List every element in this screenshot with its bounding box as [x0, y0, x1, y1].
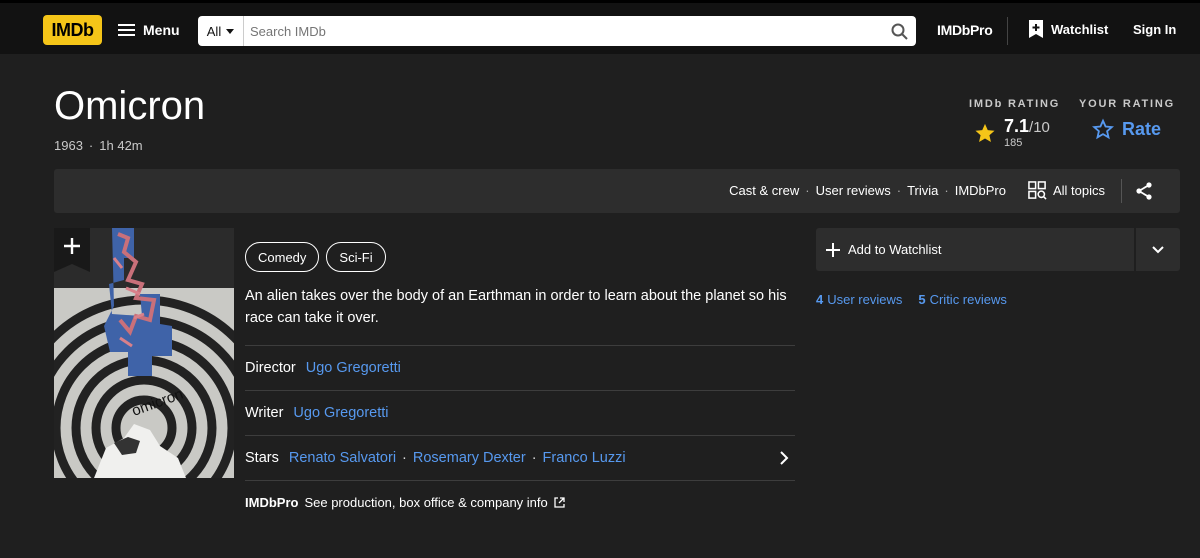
imdbpro-mini-logo: IMDbPro [245, 495, 299, 510]
star-link[interactable]: Renato Salvatori [289, 450, 396, 466]
subnav-imdbpro[interactable]: IMDbPro [955, 183, 1006, 198]
genre-chips: Comedy Sci-Fi [245, 242, 386, 272]
search-category-label: All [206, 23, 222, 39]
review-links: 4 User reviews 5 Critic reviews [816, 292, 1007, 307]
rating-out-of: /10 [1029, 119, 1050, 136]
your-rating-heading: YOUR RATING [1079, 98, 1175, 110]
genre-chip-scifi[interactable]: Sci-Fi [326, 242, 386, 272]
writer-link[interactable]: Ugo Gregoretti [293, 405, 388, 421]
bookmark-plus-icon [1029, 20, 1043, 38]
hamburger-icon [118, 24, 135, 36]
vote-count: 185 [1004, 137, 1023, 149]
credit-label-writer: Writer [245, 405, 284, 421]
plus-icon [826, 242, 840, 257]
critic-reviews-count: 5 [918, 292, 926, 307]
credit-row-writer: Writer Ugo Gregoretti [245, 390, 795, 435]
user-reviews-label: User reviews [827, 292, 903, 307]
credit-label-stars: Stars [245, 450, 279, 466]
imdbpro-link[interactable]: IMDbPro [937, 22, 993, 38]
menu-label: Menu [143, 22, 180, 38]
page-title: Omicron [54, 84, 206, 128]
subnav-links: Cast & crew · User reviews · Trivia · IMDbP… [729, 183, 1006, 198]
grid-search-icon [1028, 181, 1047, 200]
runtime: 1h 42m [99, 138, 143, 153]
search-category-select[interactable]: All [198, 16, 244, 46]
director-link[interactable]: Ugo Gregoretti [306, 360, 401, 376]
chevron-right-icon[interactable] [779, 451, 789, 465]
plot-summary: An alien takes over the body of an Earth… [245, 288, 787, 326]
rating-score: 7.1 [1004, 116, 1030, 136]
chevron-down-icon [1152, 245, 1164, 253]
external-link-icon [554, 497, 565, 508]
rate-label: Rate [1122, 118, 1162, 139]
subnav-divider [1121, 179, 1122, 203]
genre-chip-comedy[interactable]: Comedy [245, 242, 320, 272]
subnav-cast-crew[interactable]: Cast & crew [729, 183, 799, 198]
title-subnav: Cast & crew · User reviews · Trivia · IMDbP… [54, 169, 1180, 213]
user-reviews-count: 4 [816, 292, 824, 307]
add-to-watchlist-button[interactable]: Add to Watchlist [816, 228, 1134, 271]
menu-button[interactable]: Menu [118, 18, 180, 42]
critic-reviews-label: Critic reviews [929, 292, 1007, 307]
title-meta: 1963 · 1h 42m [54, 138, 143, 153]
add-to-watchlist-label: Add to Watchlist [848, 242, 942, 257]
critic-reviews-link[interactable]: 5 Critic reviews [918, 292, 1007, 307]
subnav-trivia[interactable]: Trivia [907, 183, 938, 198]
credit-label-director: Director [245, 360, 296, 376]
movie-poster[interactable]: omicron [54, 228, 234, 478]
all-topics-label: All topics [1053, 183, 1106, 198]
star-link[interactable]: Rosemary Dexter [413, 450, 526, 466]
add-to-watchlist-ribbon[interactable] [54, 228, 90, 272]
user-reviews-link[interactable]: 4 User reviews [816, 292, 902, 307]
rate-button[interactable]: Rate [1092, 118, 1175, 140]
nav-divider [1007, 17, 1008, 45]
search-input[interactable] [244, 16, 882, 46]
meta-separator: · [88, 138, 94, 153]
subnav-user-reviews[interactable]: User reviews [816, 183, 891, 198]
imdb-logo[interactable]: IMDb [43, 15, 102, 45]
imdb-rating-heading: IMDb RATING [969, 98, 1061, 110]
imdb-rating[interactable]: IMDb RATING 7.1/10 185 [969, 98, 1060, 149]
credit-row-stars[interactable]: Stars Renato Salvatori · Rosemary Dexter… [245, 435, 795, 480]
credit-row-director: Director Ugo Gregoretti [245, 345, 795, 390]
share-icon[interactable] [1134, 181, 1154, 206]
watchlist-nav-button[interactable]: Watchlist [1029, 20, 1108, 38]
release-year[interactable]: 1963 [54, 138, 83, 153]
sign-in-link[interactable]: Sign In [1133, 22, 1176, 37]
all-topics-button[interactable]: All topics [1028, 181, 1105, 200]
star-icon [975, 123, 995, 142]
star-outline-icon [1092, 118, 1114, 140]
search-icon[interactable] [882, 16, 916, 46]
watchlist-dropdown-button[interactable] [1136, 228, 1180, 271]
imdbpro-promo-text: See production, box office & company inf… [304, 495, 548, 510]
your-rating: YOUR RATING Rate [1079, 98, 1175, 140]
search-bar: All [198, 16, 916, 46]
watchlist-nav-label: Watchlist [1051, 21, 1109, 37]
top-nav: IMDb Menu All IMDbPro Watchlist Sign In [0, 0, 1200, 54]
star-link[interactable]: Franco Luzzi [543, 450, 626, 466]
caret-down-icon [226, 28, 235, 34]
imdbpro-promo[interactable]: IMDbPro See production, box office & com… [245, 480, 795, 510]
